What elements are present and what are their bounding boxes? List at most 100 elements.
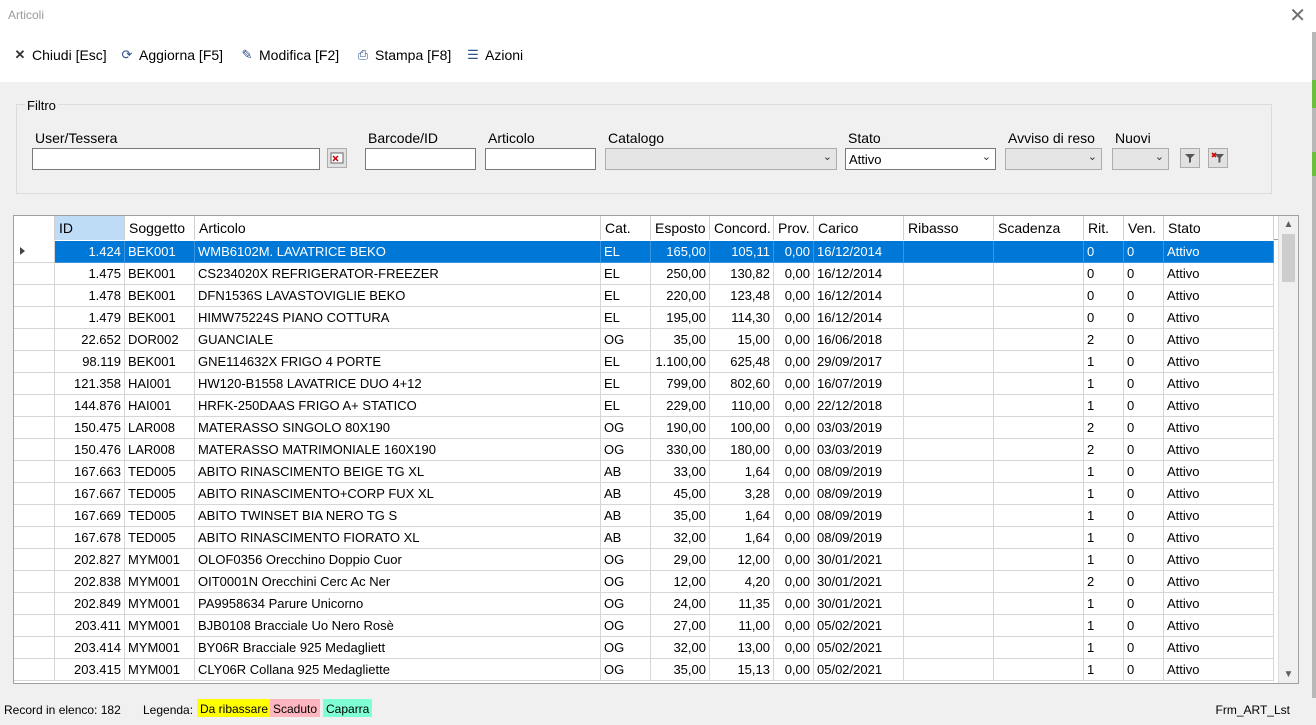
table-cell[interactable]: 15,00 — [710, 329, 774, 351]
table-row[interactable]: 1.424 BEK001 WMB6102M. LAVATRICE BEKO EL 165… — [14, 241, 1278, 263]
table-cell[interactable] — [904, 439, 994, 461]
table-cell[interactable]: 0,00 — [774, 659, 814, 681]
table-cell[interactable]: 05/02/2021 — [814, 659, 904, 681]
table-cell[interactable]: 1 — [1084, 395, 1124, 417]
table-cell[interactable]: MYM001 — [125, 549, 195, 571]
table-row[interactable]: 121.358 HAI001 HW120-B1558 LAVATRICE DUO 4… — [14, 373, 1278, 395]
table-cell[interactable] — [994, 351, 1084, 373]
table-cell[interactable]: OG — [601, 593, 651, 615]
table-cell[interactable]: OG — [601, 659, 651, 681]
column-header[interactable]: Scadenza — [994, 216, 1084, 240]
row-indicator[interactable] — [14, 571, 55, 593]
table-cell[interactable]: 123,48 — [710, 285, 774, 307]
column-header[interactable]: Soggetto — [125, 216, 195, 240]
table-cell[interactable] — [904, 307, 994, 329]
table-cell[interactable]: 0 — [1124, 329, 1164, 351]
table-cell[interactable]: 98.119 — [55, 351, 125, 373]
table-cell[interactable]: Attivo — [1164, 351, 1274, 373]
table-cell[interactable]: 0 — [1124, 505, 1164, 527]
table-cell[interactable]: 130,82 — [710, 263, 774, 285]
table-cell[interactable]: 0,00 — [774, 439, 814, 461]
table-cell[interactable]: Attivo — [1164, 571, 1274, 593]
table-row[interactable]: 22.652 DOR002 GUANCIALE OG 35,00 15,00 0,00 16/… — [14, 329, 1278, 351]
user-lookup-button[interactable] — [327, 148, 347, 168]
table-cell[interactable]: 22.652 — [55, 329, 125, 351]
table-cell[interactable]: BEK001 — [125, 307, 195, 329]
table-cell[interactable]: 167.669 — [55, 505, 125, 527]
table-cell[interactable]: 180,00 — [710, 439, 774, 461]
table-cell[interactable]: 195,00 — [651, 307, 710, 329]
table-row[interactable]: 167.663 TED005 ABITO RINASCIMENTO BEIGE TG… — [14, 461, 1278, 483]
table-cell[interactable]: 32,00 — [651, 527, 710, 549]
table-cell[interactable]: 0 — [1124, 285, 1164, 307]
table-cell[interactable]: 32,00 — [651, 637, 710, 659]
table-cell[interactable]: Attivo — [1164, 659, 1274, 681]
table-cell[interactable]: 16/12/2014 — [814, 263, 904, 285]
table-cell[interactable]: ABITO RINASCIMENTO FIORATO XL — [195, 527, 601, 549]
table-cell[interactable]: 330,00 — [651, 439, 710, 461]
table-cell[interactable]: 105,11 — [710, 241, 774, 263]
table-row[interactable]: 202.849 MYM001 PA9958634 Parure Unicorno OG… — [14, 593, 1278, 615]
table-cell[interactable] — [904, 417, 994, 439]
table-cell[interactable]: EL — [601, 241, 651, 263]
table-cell[interactable] — [994, 637, 1084, 659]
table-cell[interactable]: 0,00 — [774, 285, 814, 307]
row-indicator[interactable] — [14, 637, 55, 659]
row-indicator[interactable] — [14, 615, 55, 637]
table-cell[interactable]: EL — [601, 307, 651, 329]
table-cell[interactable]: 0,00 — [774, 505, 814, 527]
table-cell[interactable]: BY06R Bracciale 925 Medagliett — [195, 637, 601, 659]
table-cell[interactable]: 16/12/2014 — [814, 285, 904, 307]
table-cell[interactable]: 12,00 — [651, 571, 710, 593]
table-cell[interactable] — [904, 263, 994, 285]
table-cell[interactable]: 0 — [1084, 241, 1124, 263]
stato-select[interactable]: Attivo ⌄ — [845, 148, 996, 170]
table-cell[interactable]: 45,00 — [651, 483, 710, 505]
table-cell[interactable]: Attivo — [1164, 483, 1274, 505]
table-cell[interactable]: 0 — [1124, 263, 1164, 285]
table-cell[interactable]: DFN1536S LAVASTOVIGLIE BEKO — [195, 285, 601, 307]
table-cell[interactable]: 3,28 — [710, 483, 774, 505]
table-cell[interactable]: PA9958634 Parure Unicorno — [195, 593, 601, 615]
apply-filter-button[interactable] — [1180, 148, 1200, 168]
row-indicator[interactable] — [14, 307, 55, 329]
table-cell[interactable]: 1 — [1084, 483, 1124, 505]
table-cell[interactable] — [994, 549, 1084, 571]
table-cell[interactable]: 27,00 — [651, 615, 710, 637]
table-cell[interactable]: TED005 — [125, 505, 195, 527]
table-cell[interactable]: 0 — [1124, 615, 1164, 637]
table-cell[interactable]: 0,00 — [774, 549, 814, 571]
table-cell[interactable]: 0 — [1124, 593, 1164, 615]
table-cell[interactable]: BEK001 — [125, 263, 195, 285]
table-cell[interactable]: 167.678 — [55, 527, 125, 549]
table-cell[interactable]: 1.478 — [55, 285, 125, 307]
vertical-scrollbar[interactable]: ▲ ▼ — [1278, 216, 1298, 683]
table-cell[interactable]: 167.663 — [55, 461, 125, 483]
table-cell[interactable]: 08/09/2019 — [814, 505, 904, 527]
table-cell[interactable] — [994, 505, 1084, 527]
table-cell[interactable]: AB — [601, 483, 651, 505]
table-cell[interactable]: 0 — [1124, 549, 1164, 571]
table-row[interactable]: 1.478 BEK001 DFN1536S LAVASTOVIGLIE BEKO EL… — [14, 285, 1278, 307]
table-cell[interactable]: DOR002 — [125, 329, 195, 351]
table-cell[interactable]: 1,64 — [710, 505, 774, 527]
scroll-down-icon[interactable]: ▼ — [1279, 666, 1298, 683]
table-cell[interactable]: Attivo — [1164, 263, 1274, 285]
table-row[interactable]: 1.479 BEK001 HIMW75224S PIANO COTTURA EL 195… — [14, 307, 1278, 329]
table-cell[interactable]: Attivo — [1164, 395, 1274, 417]
table-cell[interactable]: 0,00 — [774, 241, 814, 263]
user-input[interactable] — [32, 148, 320, 170]
table-cell[interactable] — [994, 461, 1084, 483]
table-cell[interactable] — [994, 615, 1084, 637]
table-cell[interactable]: ABITO RINASCIMENTO BEIGE TG XL — [195, 461, 601, 483]
table-row[interactable]: 167.678 TED005 ABITO RINASCIMENTO FIORATO … — [14, 527, 1278, 549]
table-cell[interactable]: 0 — [1124, 483, 1164, 505]
table-cell[interactable]: AB — [601, 527, 651, 549]
table-cell[interactable]: OG — [601, 615, 651, 637]
table-cell[interactable]: Attivo — [1164, 461, 1274, 483]
table-cell[interactable]: 1 — [1084, 659, 1124, 681]
table-cell[interactable]: 0,00 — [774, 615, 814, 637]
table-cell[interactable]: 03/03/2019 — [814, 417, 904, 439]
table-cell[interactable]: 0 — [1124, 659, 1164, 681]
table-cell[interactable] — [994, 373, 1084, 395]
